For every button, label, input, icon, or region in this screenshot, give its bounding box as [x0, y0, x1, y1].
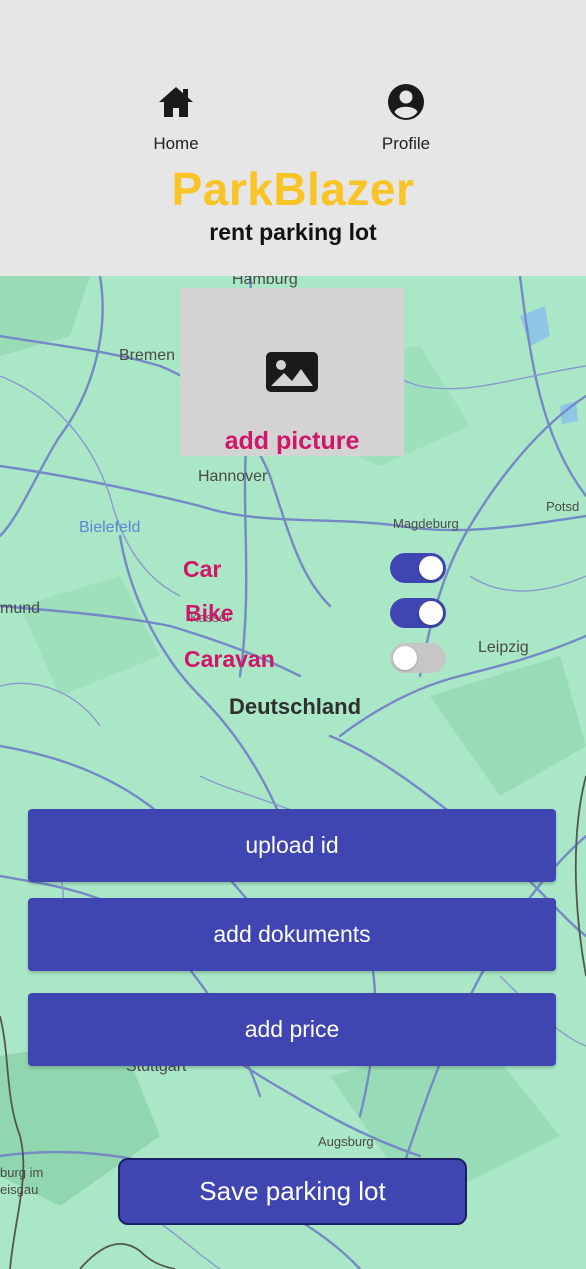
nav-profile[interactable]: Profile [346, 82, 466, 154]
city-augsburg: Augsburg [318, 1134, 374, 1149]
vehicle-label-car: Car [183, 556, 222, 582]
toggle-knob [419, 556, 443, 580]
city-bremen: Bremen [119, 347, 176, 364]
caravan-toggle[interactable] [390, 643, 446, 673]
country-label: Deutschland [229, 694, 362, 719]
city-leipzig: Leipzig [478, 639, 529, 656]
nav-home-label: Home [153, 134, 199, 153]
toggle-knob [419, 601, 443, 625]
add-documents-button[interactable]: add dokuments [28, 898, 556, 971]
add-price-button[interactable]: add price [28, 993, 556, 1066]
nav-home[interactable]: Home [116, 82, 236, 154]
home-icon [159, 87, 193, 117]
city-freiburg-2: eisgau [0, 1182, 39, 1197]
city-potsdam: Potsd [546, 499, 580, 514]
save-parking-lot-button[interactable]: Save parking lot [118, 1158, 467, 1225]
car-toggle[interactable] [390, 553, 446, 583]
profile-icon [388, 84, 424, 120]
bike-toggle[interactable] [390, 598, 446, 628]
nav-profile-label: Profile [381, 134, 431, 153]
toggle-knob [393, 646, 417, 670]
add-picture-label: add picture [224, 427, 360, 455]
city-hannover: Hannover [198, 468, 268, 485]
vehicle-label-bike: Bike [185, 600, 234, 626]
page-subtitle: rent parking lot [209, 219, 377, 245]
image-icon [266, 352, 318, 392]
city-dortmund: mund [0, 600, 41, 617]
city-freiburg-1: burg im [0, 1165, 44, 1180]
vehicle-label-caravan: Caravan [184, 646, 275, 672]
brand-title: ParkBlazer [171, 163, 415, 215]
add-picture-button[interactable]: add picture [180, 288, 404, 456]
city-bielefeld: Bielefeld [79, 519, 141, 536]
city-magdeburg: Magdeburg [393, 516, 459, 531]
upload-id-button[interactable]: upload id [28, 809, 556, 882]
app-header: Home Profile ParkBlazer rent parking lot [0, 0, 586, 276]
